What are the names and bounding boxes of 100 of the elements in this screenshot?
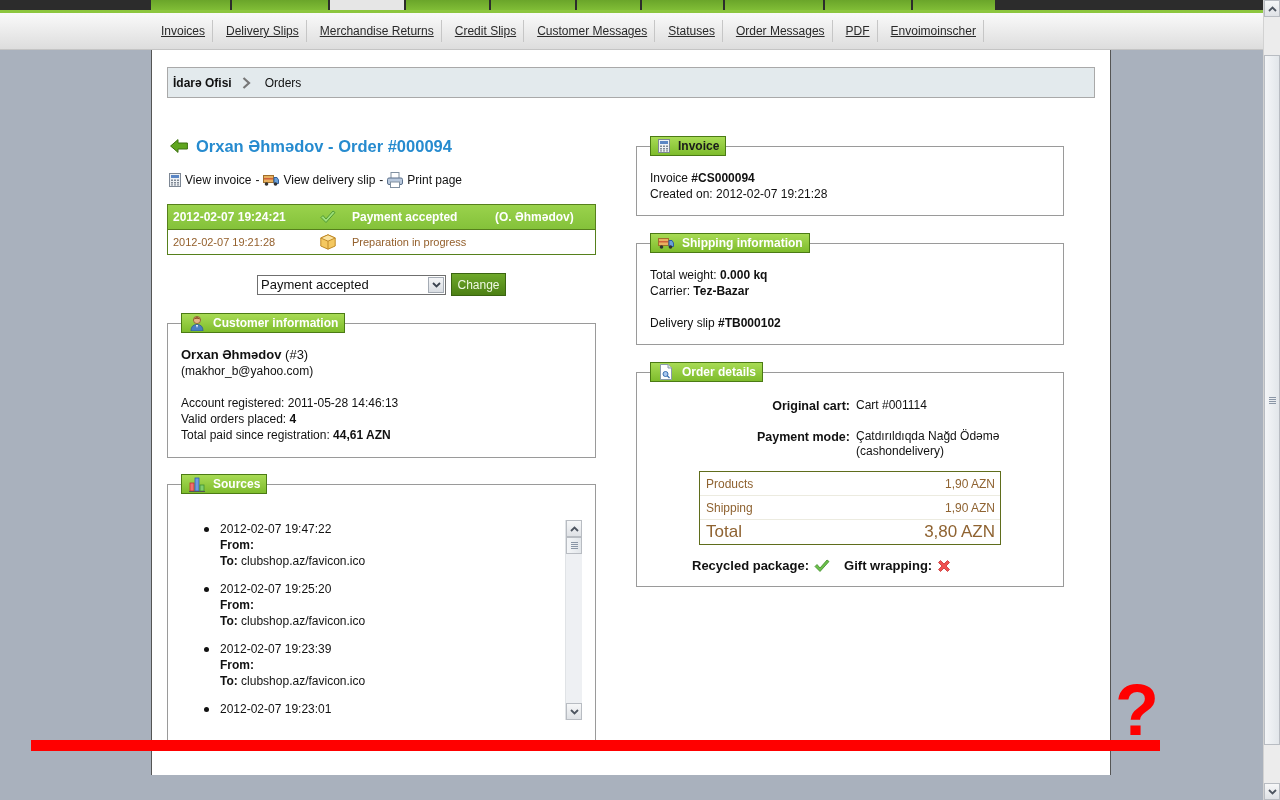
status-date: 2012-02-07 19:21:28: [173, 236, 276, 248]
menu-tab[interactable]: [151, 0, 230, 10]
info-line: Valid orders placed: 4: [181, 411, 298, 427]
source-date: 2012-02-07 19:25:20: [220, 581, 332, 597]
bullet-icon: [204, 647, 209, 652]
calculator-icon: [169, 173, 181, 187]
section-title: Customer information: [213, 316, 339, 330]
status-name: Preparation in progress: [352, 236, 467, 248]
chevron-up-icon: [1267, 5, 1277, 12]
menu-tab[interactable]: [825, 0, 911, 10]
source-date: 2012-02-07 19:23:39: [220, 641, 332, 657]
sub-menu-link[interactable]: Order Messages: [722, 20, 833, 42]
caret-icon: [428, 276, 444, 293]
scrollbar-thumb[interactable]: [566, 537, 582, 554]
menu-tab[interactable]: [232, 0, 328, 10]
person-icon: [189, 315, 205, 331]
option-label: Recycled package:: [692, 558, 810, 573]
scroll-up-button[interactable]: [566, 520, 582, 537]
customer-email: (makhor_b@yahoo.com): [181, 363, 315, 379]
order-title: Orxan Əhmədov - Order #000094: [196, 136, 452, 156]
status-date: 2012-02-07 19:24:21: [173, 210, 286, 224]
bar-chart-icon: [189, 476, 205, 492]
scroll-up-button[interactable]: [1264, 0, 1280, 17]
sub-menu-link[interactable]: Customer Messages: [524, 20, 656, 42]
chevron-down-icon: [569, 708, 579, 715]
info-line: Carrier: Tez-Bazar: [650, 283, 751, 299]
sub-menu-link[interactable]: Credit Slips: [441, 20, 525, 42]
field-value: Cart #001114: [856, 398, 927, 414]
sub-menu-link[interactable]: Invoices: [148, 20, 214, 42]
section-title: Shipping information: [682, 236, 803, 250]
sub-menu-link[interactable]: PDF: [832, 20, 878, 42]
section-title-link[interactable]: Invoice: [678, 139, 720, 153]
info-line: Created on: 2012-02-07 19:21:28: [650, 186, 829, 202]
menu-tab[interactable]: [577, 0, 640, 10]
truck-icon: [658, 237, 674, 249]
subtotal-label: Products: [706, 476, 754, 491]
bullet-icon: [204, 707, 209, 712]
source-to: To: clubshop.az/favicon.ico: [220, 673, 366, 689]
source-to: To: clubshop.az/favicon.ico: [220, 553, 366, 569]
field-label: Original cart:: [772, 398, 850, 414]
breadcrumb-current: Orders: [264, 75, 302, 90]
bullet-icon: [204, 527, 209, 532]
menu-tab[interactable]: [491, 0, 575, 10]
breadcrumb-link[interactable]: İdarə Ofisi: [173, 75, 232, 90]
status-dropdown[interactable]: Payment accepted: [257, 274, 446, 295]
menu-tab[interactable]: [406, 0, 489, 10]
source-date: 2012-02-07 19:47:22: [220, 521, 332, 537]
subtotal-amount: 1,90 AZN: [944, 476, 995, 491]
truck-icon: [263, 174, 280, 186]
info-line: Account registered: 2011-05-28 14:46:13: [181, 395, 400, 411]
source-from: From:: [220, 657, 254, 673]
scroll-down-button[interactable]: [566, 703, 582, 720]
action-link[interactable]: View delivery slip: [283, 173, 376, 187]
separator-text: -: [379, 173, 384, 187]
printer-icon: [387, 172, 404, 188]
calculator-icon: [658, 139, 670, 153]
action-link[interactable]: Print page: [407, 173, 462, 187]
change-button[interactable]: Change: [451, 273, 506, 296]
menu-tab[interactable]: [330, 0, 404, 10]
sub-menu-link[interactable]: Merchandise Returns: [306, 20, 442, 42]
menu-tab[interactable]: [725, 0, 823, 10]
scroll-down-button[interactable]: [1264, 783, 1280, 800]
employee-name: (O. Əhmədov): [495, 210, 574, 224]
action-link[interactable]: View invoice: [185, 173, 252, 187]
info-line: Invoice #CS000094: [650, 170, 756, 186]
bullet-icon: [204, 587, 209, 592]
total-amount: 3,80 AZN: [924, 522, 995, 542]
back-arrow-icon[interactable]: [170, 139, 188, 153]
scrollbar[interactable]: [1263, 0, 1280, 800]
source-from: From:: [220, 597, 254, 613]
section-title: Order details: [682, 365, 757, 379]
total-label: Total: [706, 522, 742, 542]
delivery-slip-line: Delivery slip #TB000102: [650, 315, 782, 331]
source-from: From:: [220, 537, 254, 553]
info-line: Total paid since registration: 44,61 AZN: [181, 427, 392, 443]
sub-menu-link[interactable]: Delivery Slips: [213, 20, 307, 42]
subtotal-amount: 1,90 AZN: [944, 500, 995, 515]
source-date: 2012-02-07 19:23:01: [220, 701, 332, 717]
subtotal-label: Shipping: [706, 500, 753, 515]
info-line: Total weight: 0.000 kq: [650, 267, 769, 283]
menu-tab[interactable]: [642, 0, 723, 10]
scrollbar[interactable]: [565, 520, 582, 720]
sub-menu-link[interactable]: Statuses: [655, 20, 723, 42]
status-name: Payment accepted: [352, 210, 458, 224]
chevron-down-icon: [1267, 788, 1277, 795]
sub-menu-link[interactable]: Envoimoinscher: [877, 20, 984, 42]
check-icon: [320, 210, 336, 224]
chevron-up-icon: [569, 525, 579, 532]
section-title: Sources: [213, 477, 261, 491]
chevron-right-icon: [241, 76, 251, 89]
scrollbar-thumb[interactable]: [1264, 55, 1280, 745]
separator-text: -: [255, 173, 260, 187]
field-value: Çatdırıldıqda Nağd Ödəmə (cashondelivery): [856, 429, 1001, 459]
menu-tab[interactable]: [913, 0, 995, 10]
source-to: To: clubshop.az/favicon.ico: [220, 613, 366, 629]
box-icon: [320, 234, 336, 250]
annotation-mark: ?: [1115, 681, 1159, 739]
customer-name: Orxan Əhmədov (#3): [181, 347, 310, 363]
option-label: Gift wrapping:: [844, 558, 933, 573]
field-label: Payment mode:: [756, 429, 850, 446]
